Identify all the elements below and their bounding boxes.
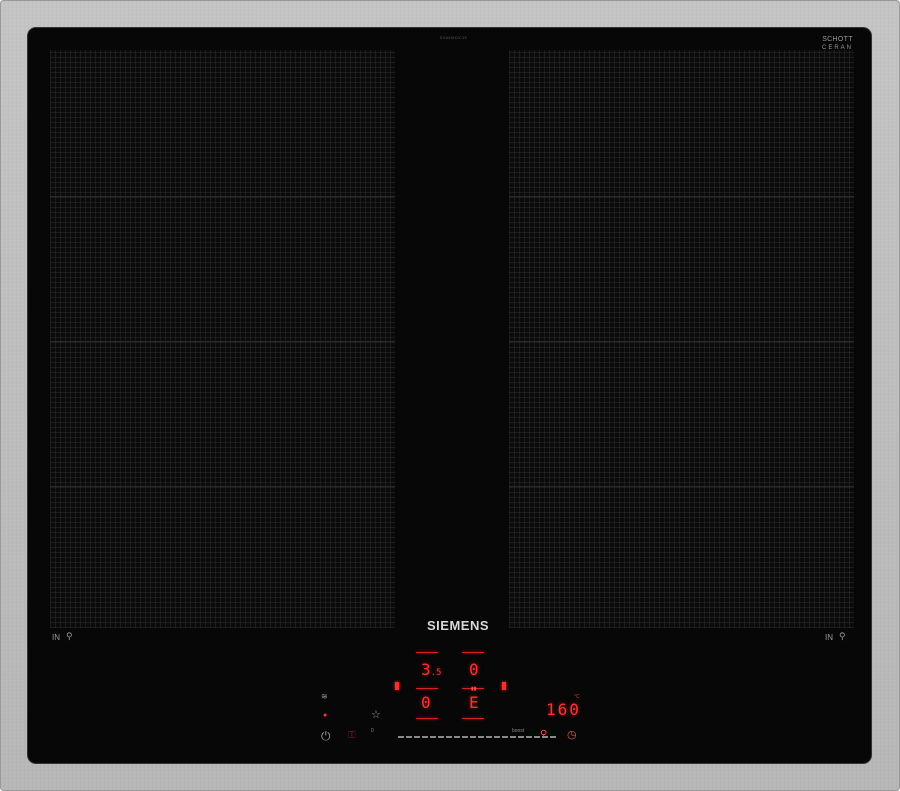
- left-cooking-zone[interactable]: [50, 50, 395, 628]
- left-zone-frying-icon: ⚲: [66, 631, 73, 641]
- left-zone-label: IN: [52, 633, 60, 642]
- right-zone-label: IN: [825, 633, 833, 642]
- right-cooking-zone[interactable]: [509, 50, 854, 628]
- low-left-indicator-line: [416, 718, 438, 719]
- frying-sensor-icon[interactable]: ⚲: [540, 729, 547, 740]
- timer-icon[interactable]: ◷: [567, 728, 577, 741]
- right-zone-divider-3: [509, 486, 854, 487]
- power-level-right-top[interactable]: 0: [469, 660, 479, 679]
- power-slider[interactable]: [398, 736, 558, 738]
- left-zone-divider-2: [50, 341, 395, 342]
- mid-left-indicator-line: [416, 688, 438, 689]
- right-zone-divider-1: [509, 196, 854, 197]
- power-level-front-sub: .5: [430, 668, 442, 678]
- schott-label: SCHOTT: [822, 36, 853, 43]
- slider-max-label: boost: [512, 728, 525, 734]
- front-left-indicator-line: [416, 652, 438, 653]
- brand-logo: SIEMENS: [426, 618, 489, 633]
- right-zone-frying-icon: ⚲: [839, 631, 846, 641]
- home-connect-indicator-icon: ●: [323, 712, 328, 719]
- child-lock-icon[interactable]: ⚿: [348, 730, 356, 741]
- front-right-indicator-line: [462, 652, 484, 653]
- left-zone-divider-1: [50, 196, 395, 197]
- temperature-display[interactable]: 160: [546, 700, 581, 719]
- low-right-indicator-line: [462, 718, 484, 719]
- power-icon[interactable]: ⏻: [321, 729, 331, 744]
- right-zone-select-marker[interactable]: [502, 682, 506, 690]
- wifi-icon[interactable]: ≋: [321, 692, 328, 701]
- left-zone-divider-3: [50, 486, 395, 487]
- right-zone-divider-2: [509, 341, 854, 342]
- boost-indicator: ▮▮: [471, 686, 477, 692]
- slider-min-label: 0: [371, 728, 374, 734]
- power-level-right-mid[interactable]: E: [469, 693, 479, 712]
- power-level-front[interactable]: 3.5: [421, 660, 441, 679]
- left-zone-select-marker[interactable]: [395, 682, 399, 690]
- cooktop-glass: EX645HXC1E SCHOTT CERAN SIEMENS IN ⚲ IN …: [28, 28, 871, 763]
- power-level-rear[interactable]: 0: [421, 693, 431, 712]
- model-code: EX645HXC1E: [440, 35, 468, 40]
- star-icon[interactable]: ☆: [371, 708, 381, 721]
- power-level-front-main: 3: [421, 660, 431, 679]
